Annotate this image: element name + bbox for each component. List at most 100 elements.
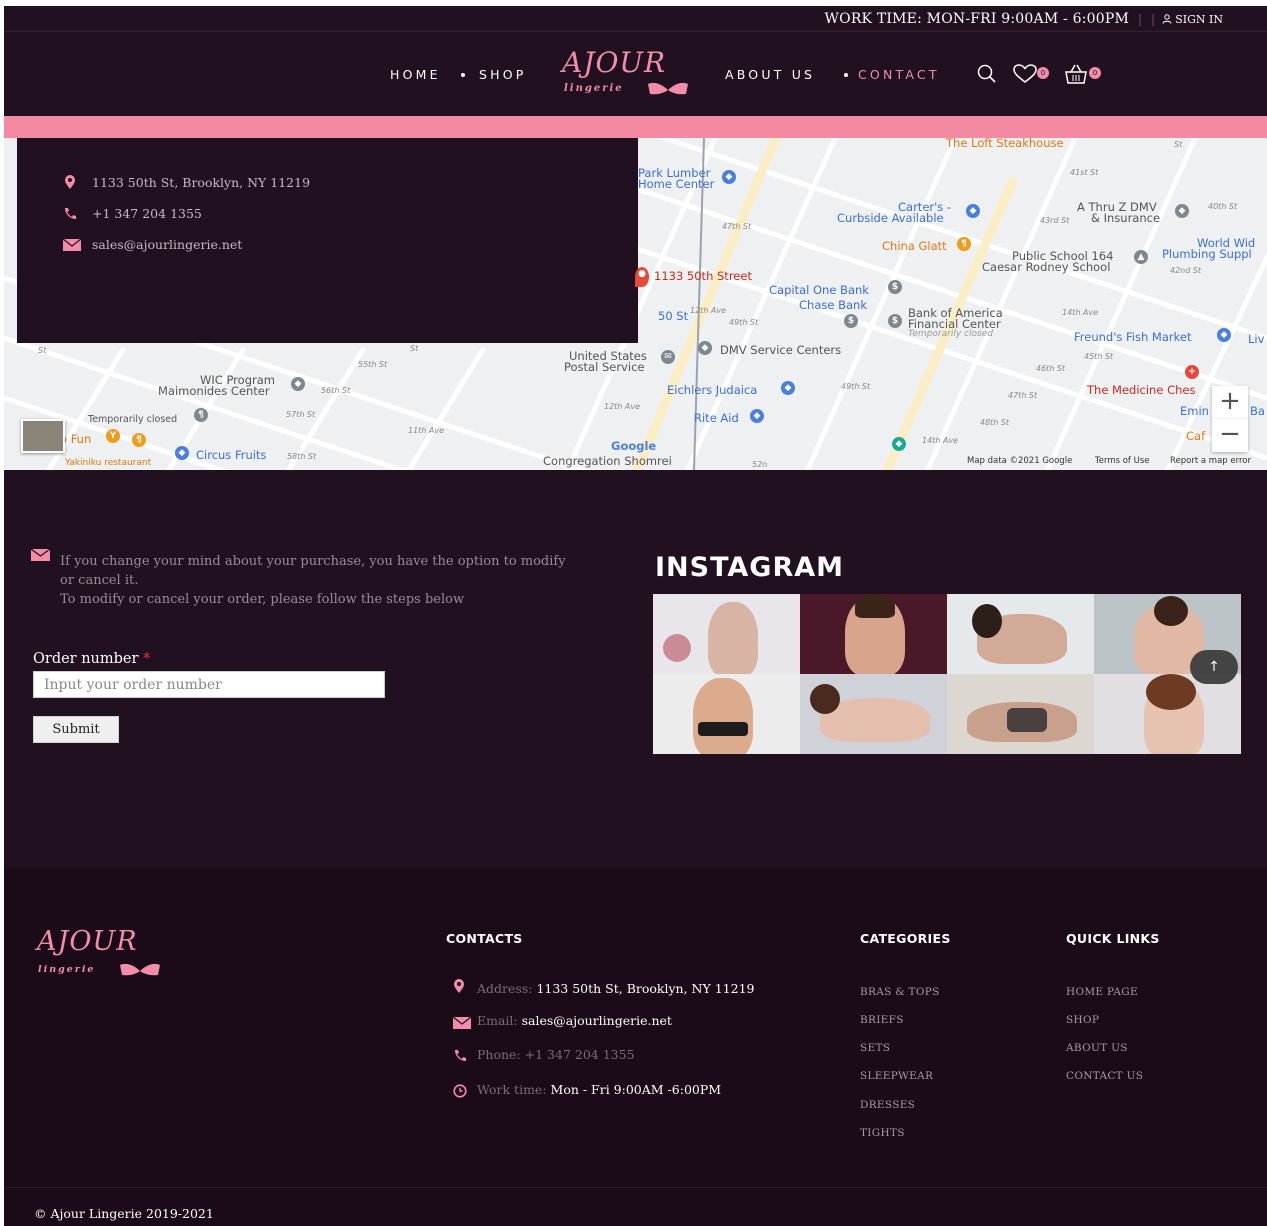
- footer-logo-subtext: lingerie: [38, 964, 96, 975]
- pink-banner-strip: [4, 116, 1267, 138]
- instagram-photo[interactable]: [653, 674, 800, 754]
- street-label: 41st St: [1070, 168, 1099, 177]
- satellite-thumbnail[interactable]: [21, 419, 65, 453]
- footer-quick-link[interactable]: SHOP: [1066, 1014, 1099, 1026]
- footer-category-link[interactable]: SETS: [860, 1042, 890, 1054]
- map-label: Freund's Fish Market: [1074, 330, 1192, 344]
- footer-logo-text: AJOUR: [37, 926, 138, 957]
- restaurant-pin-icon: ¶: [194, 408, 208, 422]
- bank-pin-icon: $: [844, 314, 858, 328]
- street-label: St: [1174, 140, 1183, 149]
- street-label: 42nd St: [1170, 266, 1202, 275]
- street-label: 49th St: [729, 318, 759, 327]
- sign-in-label: SIGN IN: [1175, 13, 1223, 26]
- street-label: 49th St: [841, 382, 871, 391]
- basket-icon[interactable]: [1064, 63, 1088, 85]
- map-label: Chase Bank: [799, 298, 867, 312]
- nav-about[interactable]: ABOUT US: [725, 67, 815, 82]
- contact-phone: +1 347 204 1355: [65, 206, 202, 221]
- map-zoom-out-button[interactable]: −: [1212, 419, 1248, 452]
- street-label: 45th St: [1084, 352, 1114, 361]
- map-label: Home Center: [638, 177, 715, 191]
- school-pin-icon: ▲: [1134, 250, 1148, 264]
- instagram-photo[interactable]: [947, 594, 1094, 674]
- footer-worktime-value: Mon - Fri 9:00AM -6:00PM: [550, 1082, 722, 1097]
- sign-in-link[interactable]: SIGN IN: [1162, 13, 1223, 26]
- instagram-photo[interactable]: [653, 594, 800, 674]
- map-label: Caesar Rodney School: [982, 260, 1111, 274]
- map-label: China Glatt: [882, 239, 947, 253]
- street-label: 55th St: [358, 360, 388, 369]
- map-label: & Insurance: [1091, 211, 1161, 225]
- page: WORK TIME: MON-FRI 9:00AM - 6:00PM | | S…: [4, 6, 1267, 1226]
- restaurant-pin-icon: ¶: [957, 237, 971, 251]
- shop-pin-icon: ◆: [966, 204, 980, 218]
- instagram-photo[interactable]: [947, 674, 1094, 754]
- map-terms-link[interactable]: Terms of Use: [1095, 456, 1150, 466]
- footer-address-label: Address:: [477, 981, 533, 996]
- street-label: 47th St: [1008, 391, 1038, 400]
- place-pin-icon: ◆: [1175, 204, 1189, 218]
- user-icon: [1162, 14, 1172, 24]
- footer-category-link[interactable]: TIGHTS: [860, 1127, 905, 1139]
- email-icon: [63, 239, 81, 251]
- submit-button[interactable]: Submit: [33, 716, 119, 743]
- heart-icon[interactable]: [1013, 64, 1037, 84]
- map-pin-icon: [454, 979, 464, 993]
- footer-worktime-label: Work time:: [477, 1082, 547, 1097]
- footer-divider: [4, 1187, 1267, 1188]
- map-report-link[interactable]: Report a map error: [1170, 456, 1251, 466]
- arrow-up-icon: ↑: [1208, 659, 1220, 675]
- google-map[interactable]: 1133 50th St, Brooklyn, NY 11219 +1 347 …: [4, 138, 1267, 470]
- order-info-text: or cancel it.: [60, 573, 139, 588]
- map-label: Temporarily closed: [88, 414, 178, 425]
- street-label: 14th Ave: [1062, 308, 1099, 317]
- restaurant-pin-icon: ¶: [132, 433, 146, 447]
- location-marker-icon: ●: [635, 267, 649, 287]
- nav-contact[interactable]: CONTACT: [858, 67, 940, 82]
- footer-quick-link[interactable]: CONTACT US: [1066, 1070, 1143, 1082]
- footer-email-value[interactable]: sales@ajourlingerie.net: [522, 1013, 672, 1028]
- required-mark: *: [143, 651, 151, 667]
- place-pin-icon: ◆: [892, 437, 906, 451]
- post-pin-icon: ✉: [661, 350, 675, 364]
- footer-category-link[interactable]: SLEEPWEAR: [860, 1070, 933, 1082]
- scroll-to-top-button[interactable]: ↑: [1190, 650, 1238, 684]
- work-time-text: WORK TIME: MON-FRI 9:00AM - 6:00PM: [824, 11, 1129, 27]
- nav-home[interactable]: HOME: [390, 67, 441, 82]
- street-label: 52n: [752, 460, 768, 469]
- search-icon[interactable]: [976, 64, 998, 84]
- instagram-photo[interactable]: [800, 674, 947, 754]
- footer-phone-value[interactable]: +1 347 204 1355: [525, 1047, 635, 1062]
- footer-category-link[interactable]: BRAS & TOPS: [860, 986, 940, 998]
- order-info-text: To modify or cancel your order, please f…: [60, 592, 465, 607]
- instagram-photo[interactable]: [1094, 674, 1241, 754]
- pharmacy-pin-icon: +: [1185, 365, 1199, 379]
- map-label: Curbside Available: [837, 211, 944, 225]
- footer-quick-link[interactable]: HOME PAGE: [1066, 986, 1138, 998]
- footer-category-link[interactable]: BRIEFS: [860, 1014, 904, 1026]
- footer-address: Address: 1133 50th St, Brooklyn, NY 1121…: [477, 981, 754, 996]
- map-label: 50 St: [658, 309, 689, 323]
- map-label: Maimonides Center: [158, 384, 270, 398]
- street-label: 11th Ave: [408, 426, 445, 435]
- order-info-text: If you change your mind about your purch…: [60, 554, 566, 569]
- map-zoom-in-button[interactable]: +: [1212, 386, 1248, 419]
- footer-phone-label: Phone:: [477, 1047, 521, 1062]
- order-number-label-text: Order number: [33, 651, 139, 667]
- instagram-photo[interactable]: [800, 594, 947, 674]
- footer-quick-link[interactable]: ABOUT US: [1066, 1042, 1128, 1054]
- street-label: 14th Ave: [922, 436, 959, 445]
- map-label: Emin: [1180, 404, 1209, 418]
- copyright-text: © Ajour Lingerie 2019-2021: [34, 1206, 214, 1221]
- order-number-input[interactable]: [33, 671, 385, 698]
- separator: |: [1150, 12, 1155, 26]
- street-label: 58th St: [287, 452, 317, 461]
- footer-category-link[interactable]: DRESSES: [860, 1099, 915, 1111]
- shop-pin-icon: ◆: [722, 170, 736, 184]
- nav-shop[interactable]: SHOP: [479, 67, 527, 82]
- instagram-grid: [653, 594, 1241, 754]
- map-label: Circus Fruits: [196, 448, 267, 462]
- contact-address-text: 1133 50th St, Brooklyn, NY 11219: [92, 175, 311, 190]
- footer-phone: Phone: +1 347 204 1355: [477, 1047, 635, 1062]
